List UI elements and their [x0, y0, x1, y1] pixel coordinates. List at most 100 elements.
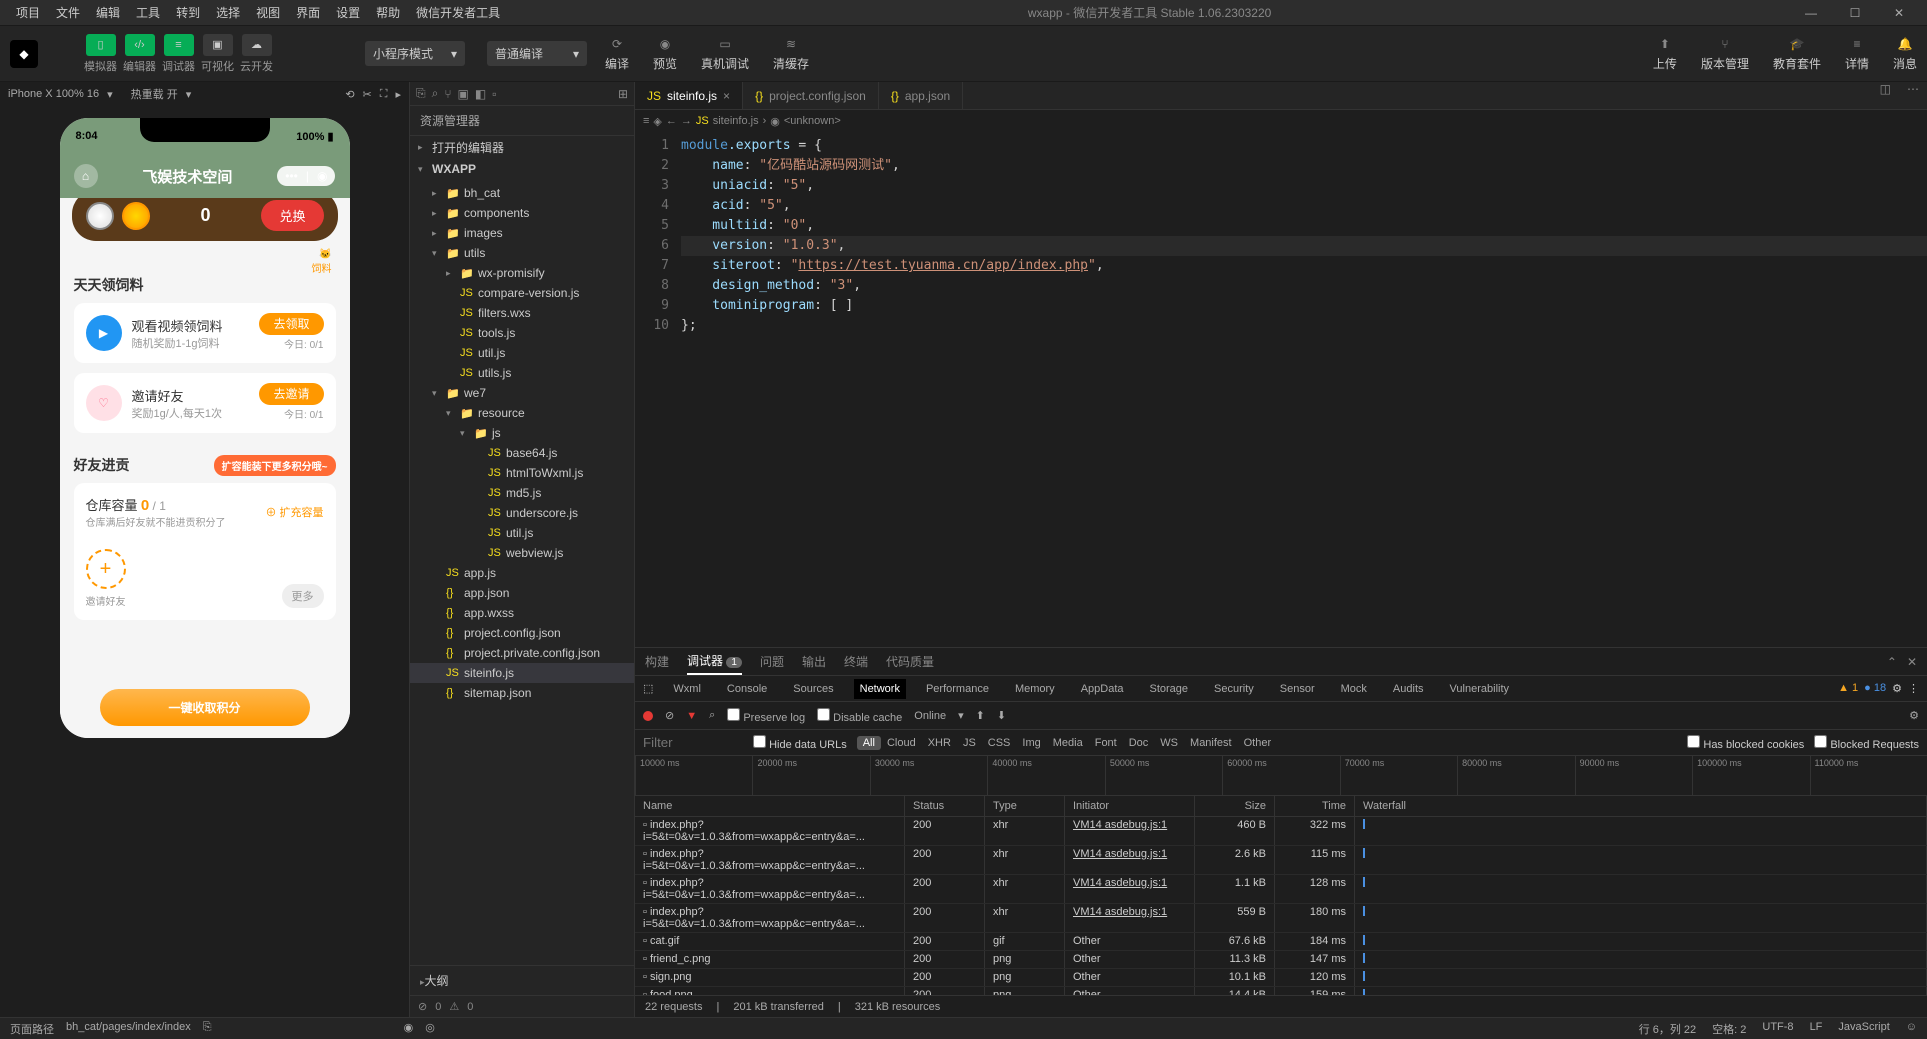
home-icon[interactable]: ⌂ [74, 164, 98, 188]
copy-icon[interactable]: ⎘ [203, 1021, 212, 1037]
col-time[interactable]: Time [1275, 796, 1355, 816]
version-button[interactable]: ⑂版本管理 [1701, 35, 1749, 72]
bookmark-icon[interactable]: ◈ [653, 115, 661, 128]
col-status[interactable]: Status [905, 796, 985, 816]
mode-dropdown[interactable]: 小程序模式▾ [365, 41, 465, 66]
col-size[interactable]: Size [1195, 796, 1275, 816]
branch-icon[interactable]: ⑂ [444, 87, 451, 101]
close-panel-icon[interactable]: ✕ [1907, 655, 1917, 669]
filter-icon[interactable]: ▼ [686, 710, 697, 722]
filter-pill-manifest[interactable]: Manifest [1184, 736, 1238, 750]
feedback-icon[interactable]: ☺ [1906, 1021, 1917, 1037]
filter-pill-ws[interactable]: WS [1154, 736, 1184, 750]
dt-security[interactable]: Security [1208, 679, 1260, 699]
messages-button[interactable]: 🔔消息 [1893, 35, 1917, 72]
preview-button[interactable]: ◉预览 [653, 35, 677, 72]
blocked-requests-checkbox[interactable]: Blocked Requests [1814, 735, 1919, 751]
disable-cache-checkbox[interactable]: Disable cache [817, 708, 902, 724]
network-row[interactable]: ▫ friend_c.png200pngOther11.3 kB147 ms [635, 951, 1927, 969]
tab-terminal[interactable]: 终端 [844, 649, 868, 674]
explorer-icon[interactable]: ⎘ [416, 86, 426, 101]
tree-filters-wxs[interactable]: JSfilters.wxs [410, 303, 634, 323]
network-row[interactable]: ▫ sign.png200pngOther10.1 kB120 ms [635, 969, 1927, 987]
tree-compare-version-js[interactable]: JScompare-version.js [410, 283, 634, 303]
more-icon[interactable]: ⋯ [1899, 82, 1927, 109]
capsule-menu[interactable]: •••|◉ [277, 166, 335, 186]
upload-button[interactable]: ⬆上传 [1653, 35, 1677, 72]
more-button[interactable]: 更多 [282, 584, 324, 608]
forward-icon[interactable]: → [681, 115, 692, 127]
filter-pill-img[interactable]: Img [1016, 736, 1046, 750]
tree-js[interactable]: ▾📁js [410, 423, 634, 443]
warning-icon[interactable]: ⚠ [449, 1000, 459, 1013]
maximize-panel-icon[interactable]: ⌃ [1887, 655, 1897, 669]
tree-tools-js[interactable]: JStools.js [410, 323, 634, 343]
menu-devtools[interactable]: 微信开发者工具 [408, 4, 508, 21]
tree-utils[interactable]: ▾📁utils [410, 243, 634, 263]
code-editor[interactable]: 12345678910 module.exports = { name: "亿码… [635, 132, 1927, 647]
network-timeline[interactable]: 10000 ms20000 ms30000 ms40000 ms50000 ms… [635, 756, 1927, 796]
app-icon[interactable]: ◧ [475, 87, 486, 101]
close-icon[interactable]: ✕ [1879, 0, 1919, 26]
tree-wx-promisify[interactable]: ▸📁wx-promisify [410, 263, 634, 283]
filter-pill-font[interactable]: Font [1089, 736, 1123, 750]
network-row[interactable]: ▫ cat.gif200gifOther67.6 kB184 ms [635, 933, 1927, 951]
cloud-button[interactable]: ☁云开发 [240, 34, 273, 74]
dt-sensor[interactable]: Sensor [1274, 679, 1321, 699]
invite-button[interactable]: 去邀请 [259, 383, 323, 405]
hotreload-toggle[interactable]: 热重载 开 [131, 86, 178, 102]
tree-underscore-js[interactable]: JSunderscore.js [410, 503, 634, 523]
filter-pill-doc[interactable]: Doc [1123, 736, 1155, 750]
tree-sitemap-json[interactable]: {}sitemap.json [410, 683, 634, 703]
warn-badge[interactable]: ▲ 1 [1838, 682, 1858, 695]
tree-bh_cat[interactable]: ▸📁bh_cat [410, 183, 634, 203]
tree-util-js[interactable]: JSutil.js [410, 523, 634, 543]
education-button[interactable]: 🎓教育套件 [1773, 35, 1821, 72]
filter-pill-other[interactable]: Other [1238, 736, 1278, 750]
remote-debug-button[interactable]: ▭真机调试 [701, 35, 749, 72]
error-icon[interactable]: ⊘ [418, 1000, 427, 1013]
menu-project[interactable]: 项目 [8, 4, 48, 21]
promo-badge[interactable]: 扩容能装下更多积分哦~ [214, 455, 336, 476]
settings-icon[interactable]: ⚙ [1909, 709, 1919, 722]
outline-section[interactable]: ▸大纲 [410, 965, 634, 995]
encoding[interactable]: UTF-8 [1762, 1021, 1793, 1037]
network-row[interactable]: ▫ index.php?i=5&t=0&v=1.0.3&from=wxapp&c… [635, 846, 1927, 875]
collapse-icon[interactable]: ▸ [395, 88, 401, 101]
menu-view[interactable]: 视图 [248, 4, 288, 21]
dt-network[interactable]: Network [854, 679, 906, 699]
dt-storage[interactable]: Storage [1144, 679, 1195, 699]
tab-problems[interactable]: 问题 [760, 649, 784, 674]
list-icon[interactable]: ≡ [643, 115, 649, 127]
ext-icon[interactable]: ▣ [458, 87, 469, 101]
col-name[interactable]: Name [635, 796, 905, 816]
page-path[interactable]: bh_cat/pages/index/index [66, 1021, 191, 1037]
tree-util-js[interactable]: JSutil.js [410, 343, 634, 363]
menu-interface[interactable]: 界面 [288, 4, 328, 21]
dt-console[interactable]: Console [721, 679, 773, 699]
visual-button[interactable]: ▣可视化 [201, 34, 234, 74]
compile-dropdown[interactable]: 普通编译▾ [487, 41, 587, 66]
add-friend-button[interactable]: + [86, 549, 126, 589]
search-icon[interactable]: ⌕ [709, 709, 715, 722]
tree-resource[interactable]: ▾📁resource [410, 403, 634, 423]
minimize-icon[interactable]: — [1791, 0, 1831, 26]
tab-code-quality[interactable]: 代码质量 [886, 649, 934, 674]
eol[interactable]: LF [1810, 1021, 1823, 1037]
tab-project-config[interactable]: {}project.config.json [743, 82, 879, 109]
clear-cache-button[interactable]: ≋清缓存 [773, 35, 809, 72]
tree-app-json[interactable]: {}app.json [410, 583, 634, 603]
new-file-icon[interactable]: ⊞ [618, 87, 628, 101]
tree-webview-js[interactable]: JSwebview.js [410, 543, 634, 563]
col-type[interactable]: Type [985, 796, 1065, 816]
cursor-position[interactable]: 行 6，列 22 [1639, 1021, 1696, 1037]
menu-help[interactable]: 帮助 [368, 4, 408, 21]
tree-we7[interactable]: ▾📁we7 [410, 383, 634, 403]
throttle-dropdown[interactable]: Online [914, 710, 946, 722]
cut-icon[interactable]: ✂ [363, 88, 372, 101]
hide-urls-checkbox[interactable]: Hide data URLs [753, 735, 847, 751]
editor-button[interactable]: ‹/›编辑器 [123, 34, 156, 74]
compile-button[interactable]: ⟳编译 [605, 35, 629, 72]
menu-select[interactable]: 选择 [208, 4, 248, 21]
tree-utils-js[interactable]: JSutils.js [410, 363, 634, 383]
